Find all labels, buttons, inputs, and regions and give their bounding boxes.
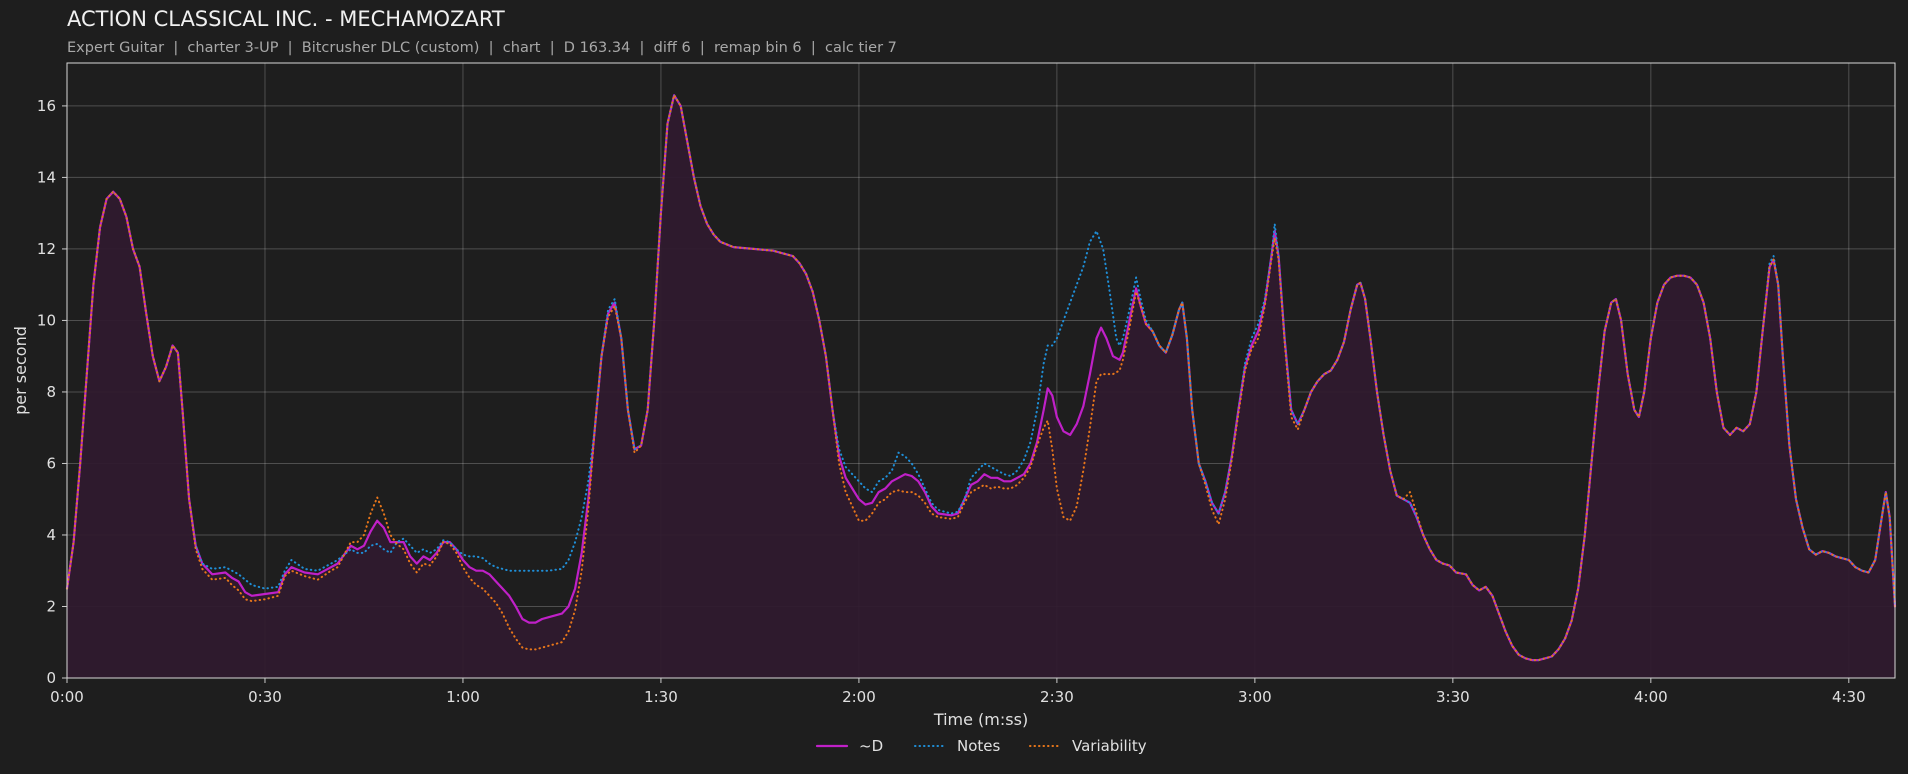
x-axis: 0:00 0:30 1:00 1:30 2:00 2:30 3:00 3:30 4:00 4:30: [50, 678, 1866, 706]
legend-notes-label: Notes: [957, 737, 1001, 755]
y-tick-label: 2: [46, 597, 56, 615]
y-tick-label: 4: [46, 526, 56, 544]
x-tick-label: 1:30: [644, 688, 678, 706]
x-tick-label: 4:00: [1634, 688, 1668, 706]
legend-d-label: ~D: [859, 737, 883, 755]
x-axis-label: Time (m:ss): [933, 710, 1028, 729]
y-tick-label: 8: [46, 383, 56, 401]
legend-variability-label: Variability: [1072, 737, 1147, 755]
d-area-fill: [67, 95, 1895, 678]
legend: ~D Notes Variability: [815, 737, 1147, 755]
x-tick-label: 1:00: [446, 688, 480, 706]
x-tick-label: 2:30: [1040, 688, 1074, 706]
y-axis: 0 2 4 6 8 10 12 14 16: [37, 97, 67, 687]
x-tick-label: 2:00: [842, 688, 876, 706]
x-tick-label: 4:30: [1832, 688, 1866, 706]
y-axis-label: per second: [11, 326, 30, 415]
x-tick-label: 3:00: [1238, 688, 1272, 706]
y-tick-label: 12: [37, 240, 56, 258]
y-tick-label: 10: [37, 311, 56, 329]
y-tick-label: 14: [37, 168, 56, 186]
x-tick-label: 3:30: [1436, 688, 1470, 706]
y-tick-label: 16: [37, 97, 56, 115]
line-chart: 0:00 0:30 1:00 1:30 2:00 2:30 3:00 3:30 4:00 4:30…: [11, 62, 1897, 755]
x-tick-label: 0:30: [248, 688, 282, 706]
x-tick-label: 0:00: [50, 688, 84, 706]
y-tick-label: 6: [46, 454, 56, 472]
y-tick-label: 0: [46, 669, 56, 687]
